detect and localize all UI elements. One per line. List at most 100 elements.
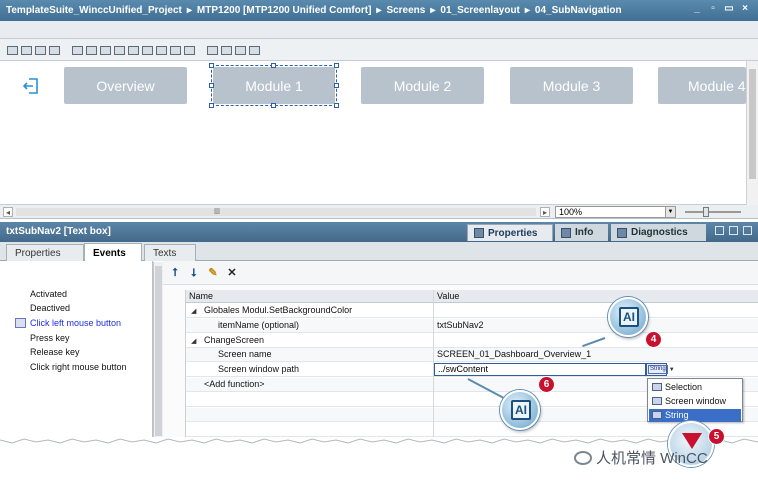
script-icon[interactable]: ✎ [207,267,219,279]
zoom-slider[interactable] [685,207,741,217]
tab-properties[interactable]: Properties [467,224,553,241]
scroll-grip-icon[interactable]: ▥ [212,207,222,217]
diagnostics-icon [617,227,627,238]
step-badge-6: 6 [538,376,555,393]
nav-button-module-4[interactable]: Module 4 [658,67,746,104]
add-function[interactable]: <Add function> [204,379,265,389]
chevron-down-icon[interactable]: ▼ [669,367,675,373]
tab-label: Diagnostics [631,227,688,238]
rotate-right-icon[interactable] [34,44,46,55]
canvas-status-row: ◂ ▥ ▸ 100% ▼ [0,205,758,219]
flip-icon[interactable] [48,44,60,55]
close-icon[interactable] [743,226,752,235]
events-scrollbar[interactable] [153,262,163,438]
maximize-icon[interactable]: ▭ [724,4,734,14]
rotate-icon[interactable] [6,44,18,55]
script-icon [15,318,26,328]
value-type-button[interactable]: String ▼ [646,363,675,376]
event-click-right-mouse[interactable]: Click right mouse button [30,362,127,372]
event-press-key[interactable]: Press key [30,333,70,343]
dropdown-item-screen-window[interactable]: Screen window [649,395,741,408]
breadcrumb-item[interactable]: TemplateSuite_WinccUnified_Project [6,5,182,16]
scroll-left-icon[interactable]: ◂ [3,207,13,217]
breadcrumb-item[interactable]: Screens [386,5,425,16]
collapse-icon[interactable]: ◢ [191,307,196,315]
table-row[interactable]: Screen name SCREEN_01_Dashboard_Overview… [186,348,758,362]
bring-to-front-icon[interactable] [206,44,218,55]
align-right-icon[interactable] [99,44,111,55]
tab-info[interactable]: Info [555,224,608,241]
dropdown-item-string[interactable]: String [649,409,741,422]
align-middle-icon[interactable] [127,44,139,55]
bring-forward-icon[interactable] [220,44,232,55]
breadcrumb-item[interactable]: 01_Screenlayout [440,5,520,16]
logout-icon[interactable] [22,77,40,95]
distribute-horizontal-icon[interactable] [155,44,167,55]
nav-button-module-2[interactable]: Module 2 [361,67,484,104]
resize-handle[interactable] [334,103,339,108]
parameter-value[interactable]: txtSubNav2 [437,320,484,330]
resize-handle[interactable] [209,83,214,88]
dropdown-item-selection[interactable]: Selection [649,381,741,394]
move-down-icon[interactable]: ⭣ [188,267,200,279]
chevron-down-icon[interactable]: ▼ [665,207,675,217]
dropdown-item-label: Screen window [665,396,727,406]
restore-icon[interactable]: ▫ [708,4,718,14]
subtab-properties[interactable]: Properties [6,244,84,261]
distribute-vertical-icon[interactable] [169,44,181,55]
resize-handle[interactable] [209,103,214,108]
close-icon[interactable]: × [740,4,750,14]
send-backward-icon[interactable] [234,44,246,55]
tab-label: Info [575,227,594,238]
breadcrumb-item[interactable]: MTP1200 [MTP1200 Unified Comfort] [197,5,371,16]
column-header-name[interactable]: Name [186,290,434,303]
canvas-horizontal-scrollbar[interactable] [16,208,536,216]
collapse-icon[interactable]: ◢ [191,337,196,345]
table-row[interactable]: ◢ Globales Modul.SetBackgroundColor [186,304,758,318]
align-bottom-icon[interactable] [141,44,153,55]
minimize-icon[interactable]: _ [692,4,702,14]
window-controls: _ ▫ ▭ × [692,4,750,14]
screen-canvas[interactable]: Overview Module 1 Module 2 Module 3 Modu… [0,61,746,205]
parameter-name: itemName (optional) [218,320,300,330]
resize-handle[interactable] [271,103,276,108]
nav-button-module-3[interactable]: Module 3 [510,67,633,104]
breadcrumb-item[interactable]: 04_SubNavigation [535,5,622,16]
resize-handle[interactable] [334,63,339,68]
screen-window-path-input[interactable]: ../swContent [434,363,646,376]
parameter-value[interactable]: SCREEN_01_Dashboard_Overview_1 [437,349,591,359]
move-up-icon[interactable]: ⭡ [169,267,181,279]
same-size-icon[interactable] [183,44,195,55]
align-center-icon[interactable] [85,44,97,55]
breadcrumb: TemplateSuite_WinccUnified_Project ▸ MTP… [0,0,758,21]
canvas-vertical-scrollbar[interactable] [746,61,758,205]
zoom-slider-knob[interactable] [703,207,709,217]
align-top-icon[interactable] [113,44,125,55]
column-header-value[interactable]: Value [434,290,758,303]
table-row[interactable]: ◢ ChangeScreen [186,334,758,348]
scroll-right-icon[interactable]: ▸ [540,207,550,217]
torn-edge-graphic [0,438,758,444]
event-click-left-mouse[interactable]: Click left mouse button [30,318,121,328]
float-icon[interactable] [715,226,724,235]
subtab-events[interactable]: Events [84,243,142,262]
event-activated[interactable]: Activated [30,289,67,299]
resize-handle[interactable] [209,63,214,68]
table-row[interactable]: itemName (optional) txtSubNav2 [186,319,758,333]
tab-diagnostics[interactable]: Diagnostics [611,224,706,241]
rotate-left-icon[interactable] [20,44,32,55]
subtab-texts[interactable]: Texts [144,244,196,261]
parameter-name: Screen name [218,349,272,359]
minimize-icon[interactable] [729,226,738,235]
send-to-back-icon[interactable] [248,44,260,55]
align-left-icon[interactable] [71,44,83,55]
delete-icon[interactable]: ✕ [226,267,238,279]
breadcrumb-separator: ▸ [524,5,530,16]
nav-button-overview[interactable]: Overview [64,67,187,104]
zoom-select[interactable]: 100% ▼ [555,206,676,218]
resize-handle[interactable] [334,83,339,88]
resize-handle[interactable] [271,63,276,68]
function-name: Globales Modul.SetBackgroundColor [204,305,353,315]
event-deactivated[interactable]: Deactived [30,303,70,313]
event-release-key[interactable]: Release key [30,347,80,357]
